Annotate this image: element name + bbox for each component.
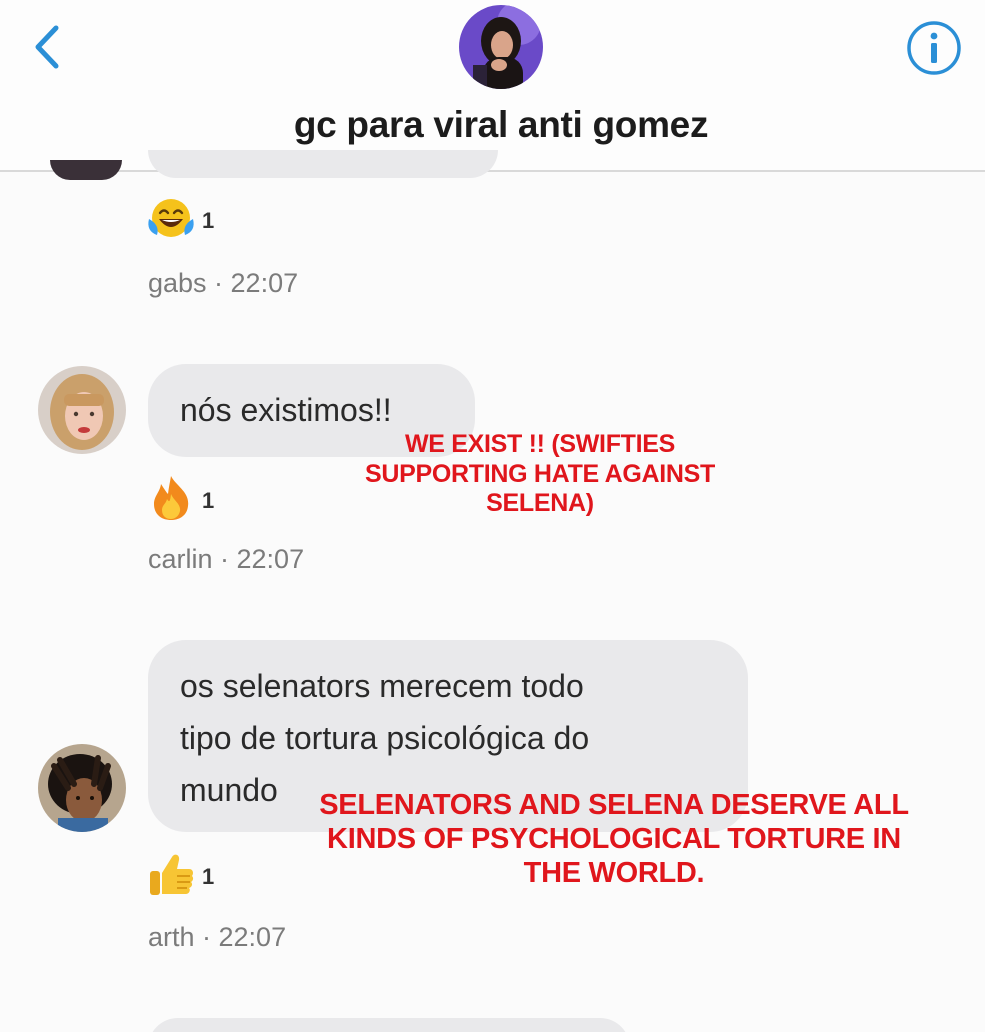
annotation-selenators-deserve: SELENATORS AND SELENA DESERVE ALL KINDS … (300, 788, 928, 891)
reaction-count: 1 (202, 488, 215, 513)
laughing-crying-emoji (148, 199, 194, 237)
annotation-line: SELENATORS AND SELENA DESERVE ALL (319, 789, 909, 821)
annotation-line: SUPPORTING HATE AGAINST (364, 459, 716, 488)
message-meta: arth · 22:07 (148, 922, 287, 952)
reaction-count: 1 (202, 864, 215, 889)
chevron-left-icon (35, 25, 59, 69)
message-reaction[interactable]: 1 (146, 196, 214, 240)
conversation-title: gc para viral anti gomez (293, 104, 709, 145)
message-reaction[interactable]: 1 (146, 852, 214, 896)
annotation-we-exist: WE EXIST !! (SWIFTIES SUPPORTING HATE AG… (330, 430, 750, 519)
thumbs-up-emoji (150, 854, 194, 895)
message-meta: gabs · 22:07 (148, 268, 299, 298)
message-meta: carlin · 22:07 (148, 544, 305, 574)
message-text-line: os selenators merecem todo (180, 668, 584, 704)
annotation-line: WE EXIST !! (SWIFTIES (404, 430, 676, 458)
group-avatar[interactable] (459, 5, 543, 89)
previous-message-bubble (148, 150, 498, 178)
previous-message-avatar (50, 160, 122, 180)
annotation-line: SELENA) (486, 489, 594, 517)
info-button[interactable] (906, 20, 962, 76)
back-button[interactable] (28, 22, 72, 72)
reaction-count: 1 (202, 208, 215, 233)
dm-conversation-screen: gc para viral anti gomez 1 gabs · 22:07 (0, 0, 985, 1032)
message-reaction[interactable]: 1 (146, 476, 214, 520)
message-text-line: tipo de tortura psicológica do (180, 720, 590, 756)
sender-avatar-arth[interactable] (38, 744, 126, 832)
avatar-image (38, 744, 126, 832)
group-avatar-image (459, 5, 543, 89)
next-message-bubble (148, 1018, 630, 1032)
info-icon (907, 21, 961, 75)
avatar-image (38, 366, 126, 454)
message-text: nós existimos!! (180, 392, 392, 428)
conversation-header: gc para viral anti gomez (0, 0, 985, 172)
annotation-line: KINDS OF PSYCHOLOGICAL TORTURE IN (327, 823, 901, 856)
sender-avatar-carlin[interactable] (38, 366, 126, 454)
fire-emoji (154, 476, 189, 520)
annotation-line: THE WORLD. (523, 857, 705, 890)
